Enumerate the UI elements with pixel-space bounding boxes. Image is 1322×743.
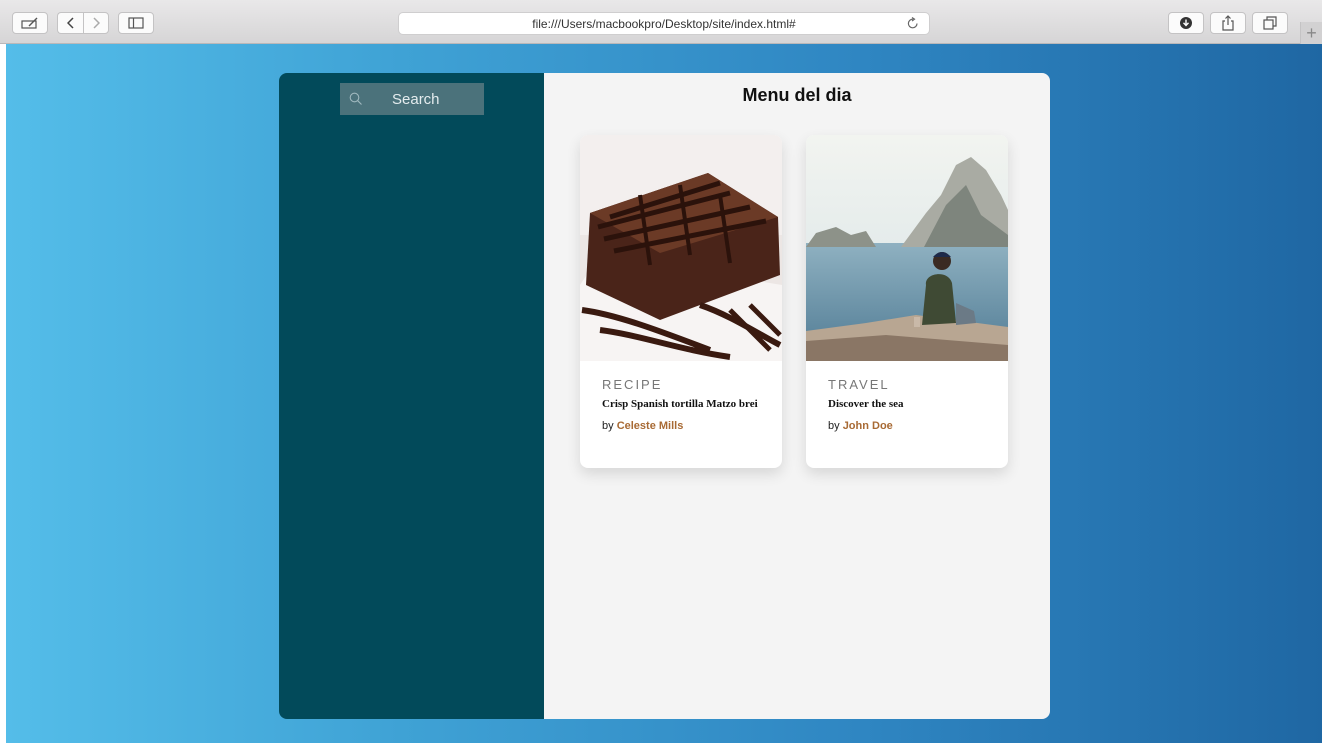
card-category: RECIPE xyxy=(602,377,663,392)
card-title[interactable]: Discover the sea xyxy=(828,398,986,410)
markup-icon xyxy=(21,17,38,29)
browser-toolbar: file:///Users/macbookpro/Desktop/site/in… xyxy=(0,0,1322,44)
card-title[interactable]: Crisp Spanish tortilla Matzo brei xyxy=(602,398,760,410)
share-button[interactable] xyxy=(1210,12,1246,34)
reload-icon[interactable] xyxy=(907,17,919,33)
back-button[interactable] xyxy=(57,12,83,34)
search-input[interactable] xyxy=(370,83,480,115)
downloads-button[interactable] xyxy=(1168,12,1204,34)
search-box[interactable] xyxy=(340,83,484,115)
page-background: Menu del dia RECIPE Crisp Spanish torti xyxy=(6,44,1322,743)
sea-cliff-image xyxy=(806,135,1008,361)
share-icon xyxy=(1222,15,1234,31)
new-tab-button[interactable]: + xyxy=(1300,22,1322,44)
address-bar[interactable]: file:///Users/macbookpro/Desktop/site/in… xyxy=(398,12,930,35)
sidebar-toggle-button[interactable] xyxy=(118,12,154,34)
chevron-right-icon xyxy=(93,17,100,29)
card-author: by Celeste Mills xyxy=(602,420,760,432)
url-text: file:///Users/macbookpro/Desktop/site/in… xyxy=(532,16,796,31)
card-travel[interactable]: TRAVEL Discover the sea by John Doe xyxy=(806,135,1008,468)
main-content: Menu del dia RECIPE Crisp Spanish tortil… xyxy=(544,73,1050,719)
page-title: Menu del dia xyxy=(742,85,852,105)
by-label: by xyxy=(602,420,614,432)
markup-button[interactable] xyxy=(12,12,48,34)
sidebar-icon xyxy=(128,17,144,29)
forward-button[interactable] xyxy=(83,12,109,34)
chevron-left-icon xyxy=(66,17,74,29)
tabs-icon xyxy=(1263,16,1277,30)
card-category: TRAVEL xyxy=(828,377,890,392)
app-container: Menu del dia RECIPE Crisp Spanish torti xyxy=(279,73,1050,719)
author-link[interactable]: John Doe xyxy=(843,420,893,432)
tabs-overview-button[interactable] xyxy=(1252,12,1288,34)
card-author: by John Doe xyxy=(828,420,986,432)
navigation-group xyxy=(57,12,109,34)
sidebar xyxy=(279,73,544,719)
search-icon xyxy=(349,92,362,105)
card-recipe[interactable]: RECIPE Crisp Spanish tortilla Matzo brei… xyxy=(580,135,782,468)
download-icon xyxy=(1180,17,1192,29)
brownie-image xyxy=(580,135,782,361)
author-link[interactable]: Celeste Mills xyxy=(617,420,684,432)
by-label: by xyxy=(828,420,840,432)
